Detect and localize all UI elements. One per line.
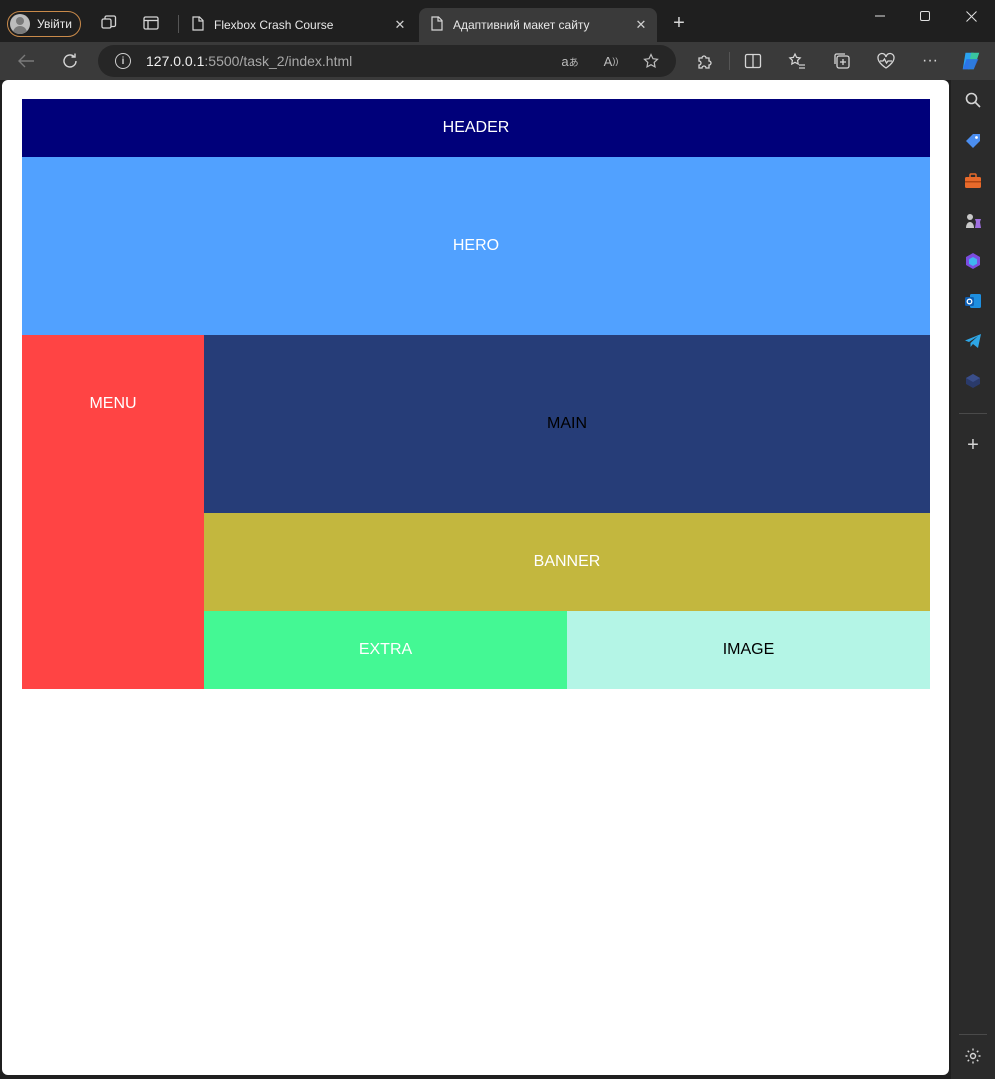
tab-label: Адаптивний макет сайту — [453, 18, 590, 32]
back-arrow-icon[interactable] — [15, 50, 37, 72]
menu-block: MENU — [22, 335, 204, 689]
settings-icon[interactable] — [963, 1046, 983, 1066]
chess-icon[interactable] — [963, 211, 983, 231]
address-bar[interactable]: i 127.0.0.1:5500/task_2/index.html aあ A)… — [98, 45, 676, 77]
url-path: :5500/task_2/index.html — [204, 53, 353, 69]
plus-icon[interactable]: + — [670, 12, 688, 34]
close-icon[interactable]: ✕ — [392, 17, 408, 33]
edge-sidebar: + — [951, 80, 995, 1079]
url-host: 127.0.0.1 — [146, 53, 205, 69]
search-icon[interactable] — [963, 90, 983, 110]
read-aloud-icon[interactable]: A)) — [602, 52, 620, 70]
hero-label: HERO — [452, 237, 500, 254]
sidebar-divider — [959, 413, 987, 414]
tab-divider — [178, 15, 179, 33]
header-block: HEADER — [22, 99, 930, 157]
toolbar-divider — [729, 52, 730, 70]
workspaces-icon[interactable] — [100, 14, 118, 32]
toolbox-icon[interactable] — [963, 171, 983, 191]
split-screen-icon[interactable] — [742, 50, 764, 72]
menu-label: MENU — [89, 395, 137, 412]
tab-actions-icon[interactable] — [142, 14, 160, 32]
translate-icon[interactable]: aあ — [561, 52, 579, 70]
image-label: IMAGE — [722, 641, 775, 658]
profile-label: Увійти — [37, 17, 72, 31]
collections-icon[interactable] — [831, 50, 853, 72]
extra-block: EXTRA — [204, 611, 567, 689]
main-block: MAIN — [204, 335, 930, 513]
hero-block: HERO — [22, 157, 930, 335]
browser-toolbar: i 127.0.0.1:5500/task_2/index.html aあ A)… — [0, 42, 995, 80]
telegram-icon[interactable] — [963, 331, 983, 351]
maximize-icon[interactable] — [902, 0, 948, 32]
document-icon — [431, 16, 443, 34]
star-icon[interactable] — [642, 52, 660, 70]
tag-icon[interactable] — [963, 131, 983, 151]
avatar — [10, 14, 30, 34]
page-viewport: HEADER HERO MENU MAIN BANNER EXTRA IMAGE — [2, 80, 949, 1075]
heartbeat-icon[interactable] — [875, 50, 897, 72]
favorites-icon[interactable] — [786, 50, 808, 72]
tab-flexbox-crash-course[interactable]: Flexbox Crash Course ✕ — [180, 8, 416, 42]
cube-icon[interactable] — [963, 371, 983, 391]
copilot-icon[interactable] — [960, 50, 982, 72]
info-icon[interactable]: i — [115, 53, 131, 69]
add-icon[interactable]: + — [963, 434, 983, 456]
image-block: IMAGE — [567, 611, 930, 689]
banner-label: BANNER — [533, 553, 601, 570]
sidebar-divider — [959, 1034, 987, 1035]
refresh-icon[interactable] — [59, 50, 81, 72]
extra-label: EXTRA — [358, 641, 413, 658]
banner-block: BANNER — [204, 513, 930, 611]
puzzle-icon[interactable] — [694, 50, 716, 72]
close-icon[interactable] — [948, 0, 994, 32]
document-icon — [192, 16, 204, 34]
main-label: MAIN — [547, 415, 587, 432]
tab-label: Flexbox Crash Course — [214, 18, 334, 32]
more-icon[interactable]: ··· — [919, 50, 941, 72]
minimize-icon[interactable] — [857, 0, 903, 32]
m365-icon[interactable] — [963, 251, 983, 271]
profile-button[interactable]: Увійти — [7, 11, 81, 37]
outlook-icon[interactable] — [963, 291, 983, 311]
title-bar: Увійти Flexbox Crash Course ✕ Адаптивний… — [0, 0, 995, 44]
close-icon[interactable]: ✕ — [633, 17, 649, 33]
header-label: HEADER — [442, 119, 510, 136]
tab-adaptive-layout[interactable]: Адаптивний макет сайту ✕ — [419, 8, 657, 42]
